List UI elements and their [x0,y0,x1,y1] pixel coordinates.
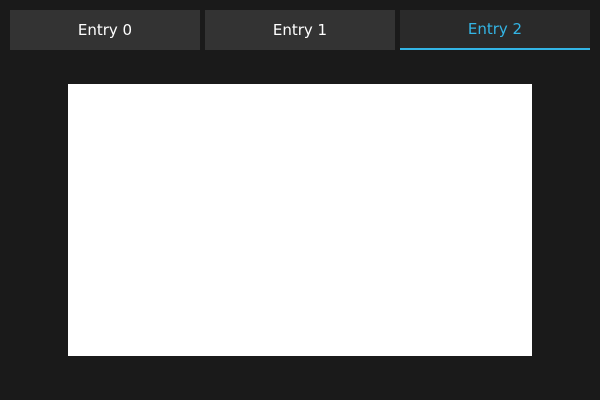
tab-entry-0[interactable]: Entry 0 [10,10,200,50]
tab-label: Entry 1 [272,21,328,39]
tab-bar: Entry 0 Entry 1 Entry 2 [10,10,590,50]
tab-label: Entry 2 [467,20,523,38]
content-panel [68,84,532,356]
tab-label: Entry 0 [77,21,133,39]
tab-entry-1[interactable]: Entry 1 [205,10,395,50]
tab-entry-2[interactable]: Entry 2 [400,10,590,50]
